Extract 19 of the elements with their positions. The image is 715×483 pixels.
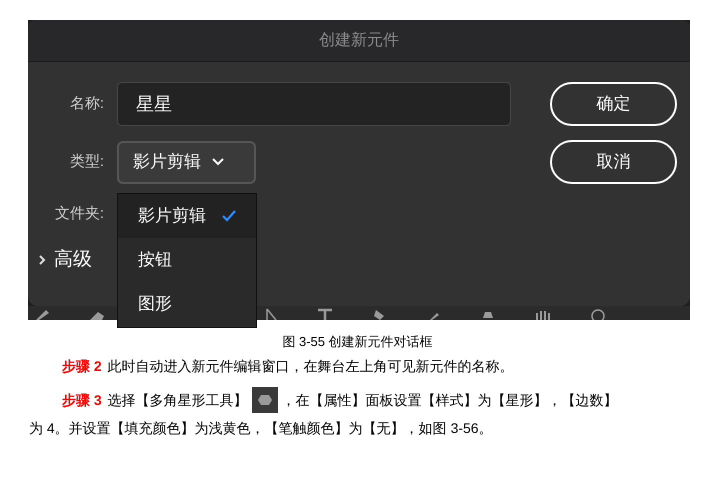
advanced-toggle[interactable]: 高级 [38, 246, 92, 274]
name-field[interactable]: 星星 [117, 82, 511, 126]
step-text: 选择【多角星形工具】 [108, 390, 248, 410]
window-title: 创建新元件 [319, 30, 399, 50]
field-label: 类型: [68, 152, 105, 172]
field-label: 文件夹: [54, 204, 105, 224]
field-label: 名称: [68, 94, 105, 114]
step-text: 为 4。并设置【填充颜色】为浅黄色，【笔触颜色】为【无】，如图 3-56。 [29, 418, 493, 438]
figure-caption: 图 3-55 创建新元件对话框 [282, 333, 433, 351]
step-label: 步骤 3 [62, 390, 102, 410]
menu-item[interactable]: 影片剪辑 [118, 194, 256, 238]
menu-item[interactable]: 按钮 [118, 238, 256, 282]
type-dropdown[interactable]: 影片剪辑 [117, 140, 256, 184]
step-text: 此时自动进入新元件编辑窗口，在舞台左上角可见新元件的名称。 [108, 356, 514, 376]
dialog-button[interactable]: 取消 [550, 140, 677, 184]
menu-item[interactable]: 图形 [118, 282, 256, 326]
step-label: 步骤 2 [62, 356, 102, 376]
step-text: ，在【属性】面板设置【样式】为【星形】，【边数】 [282, 390, 618, 410]
dialog-button[interactable]: 确定 [550, 82, 677, 126]
